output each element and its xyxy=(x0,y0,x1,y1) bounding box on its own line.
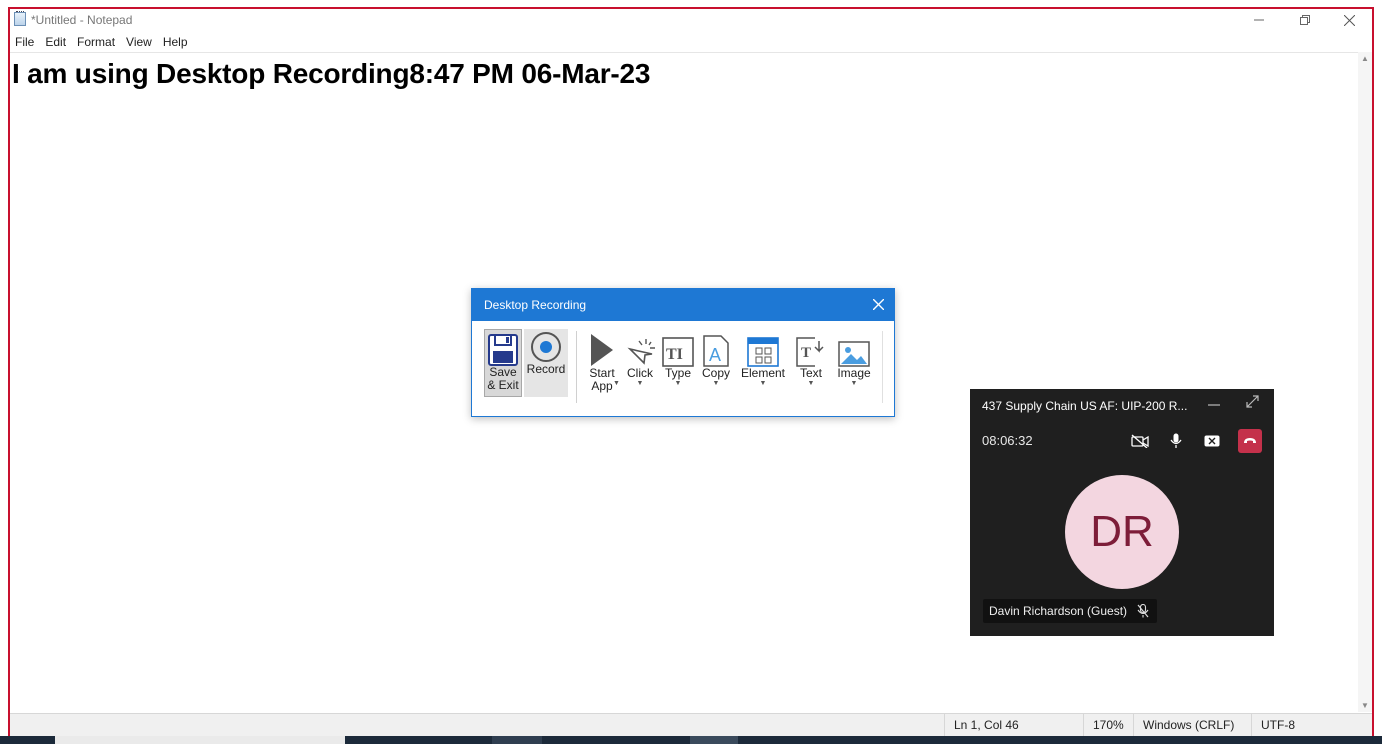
app-label: App xyxy=(591,379,613,393)
element-label: Element xyxy=(740,366,786,380)
chevron-down-icon: ▼ xyxy=(850,380,858,387)
minimize-button[interactable] xyxy=(1236,9,1282,31)
status-line-ending: Windows (CRLF) xyxy=(1133,714,1251,738)
hang-up-button[interactable] xyxy=(1238,429,1262,453)
minimize-icon xyxy=(1208,404,1220,406)
participant-tag: Davin Richardson (Guest) xyxy=(983,599,1158,623)
restore-button[interactable] xyxy=(1282,9,1328,31)
menu-bar: File Edit Format View Help xyxy=(10,33,194,53)
start-app-button[interactable]: Start App ▼ xyxy=(586,329,620,393)
status-position: Ln 1, Col 46 xyxy=(944,714,1083,738)
menu-view[interactable]: View xyxy=(121,33,158,53)
svg-text:A: A xyxy=(709,345,721,365)
click-button[interactable]: Click ▼ xyxy=(624,329,656,388)
copy-label: Copy xyxy=(701,366,730,380)
save-exit-button[interactable]: Save & Exit xyxy=(484,329,522,397)
type-label: Type xyxy=(664,366,691,380)
window-title: *Untitled - Notepad xyxy=(31,13,133,27)
text-button[interactable]: T Text ▼ xyxy=(794,329,828,388)
record-icon xyxy=(530,329,562,363)
svg-text:T: T xyxy=(801,345,811,361)
vertical-scrollbar[interactable]: ▲ ▼ xyxy=(1358,52,1372,712)
camera-off-icon xyxy=(1131,434,1149,448)
title-bar: *Untitled - Notepad xyxy=(10,9,1372,33)
stop-share-icon xyxy=(1204,435,1220,447)
status-encoding: UTF-8 xyxy=(1251,714,1372,738)
record-button[interactable]: Record xyxy=(524,329,568,397)
menu-edit[interactable]: Edit xyxy=(40,33,72,53)
play-icon xyxy=(589,329,615,367)
exit-label: & Exit xyxy=(487,378,519,392)
taskbar-app-button[interactable] xyxy=(492,736,542,744)
record-label: Record xyxy=(526,362,566,376)
status-zoom: 170% xyxy=(1083,714,1133,738)
save-icon xyxy=(488,330,518,366)
menu-help[interactable]: Help xyxy=(158,33,194,53)
dialog-title: Desktop Recording xyxy=(484,298,587,312)
chevron-down-icon: ▼ xyxy=(759,380,767,387)
click-label: Click xyxy=(627,366,653,380)
mic-button[interactable] xyxy=(1164,431,1188,451)
dialog-header: Desktop Recording xyxy=(472,289,894,321)
minimize-call-button[interactable] xyxy=(1208,395,1220,411)
type-button[interactable]: TI Type ▼ xyxy=(662,329,694,388)
image-button[interactable]: Image ▼ xyxy=(834,329,874,388)
restore-icon xyxy=(1300,15,1310,25)
microphone-icon xyxy=(1170,433,1182,448)
mic-muted-icon xyxy=(1137,604,1149,618)
close-icon xyxy=(1343,14,1355,26)
chevron-down-icon: ▼ xyxy=(674,380,682,387)
avatar: DR xyxy=(1065,475,1179,589)
toolbar-separator xyxy=(576,331,577,403)
participant-name: Davin Richardson (Guest) xyxy=(989,604,1128,618)
editor-content[interactable]: I am using Desktop Recording8:47 PM 06-M… xyxy=(12,58,650,90)
svg-text:TI: TI xyxy=(666,346,683,363)
type-icon: TI xyxy=(662,329,694,367)
recording-toolbar: Save & Exit Record Start App ▼ Click ▼ T… xyxy=(472,321,894,416)
element-icon xyxy=(747,329,779,367)
menu-file[interactable]: File xyxy=(10,33,40,53)
text-icon: T xyxy=(795,329,827,367)
close-button[interactable] xyxy=(1326,9,1372,31)
status-bar: Ln 1, Col 46 170% Windows (CRLF) UTF-8 xyxy=(10,713,1372,738)
notepad-icon xyxy=(14,11,26,26)
chevron-down-icon: ▼ xyxy=(636,380,644,387)
camera-off-button[interactable] xyxy=(1128,431,1152,451)
copy-icon: A xyxy=(702,329,730,367)
element-button[interactable]: Element ▼ xyxy=(740,329,786,388)
copy-button[interactable]: A Copy ▼ xyxy=(700,329,732,388)
meeting-title: 437 Supply Chain US AF: UIP-200 R... xyxy=(982,399,1188,413)
desktop-recording-dialog: Desktop Recording Save & Exit Record Sta… xyxy=(471,288,895,417)
chevron-down-icon: ▼ xyxy=(807,380,815,387)
menu-format[interactable]: Format xyxy=(72,33,121,53)
chevron-down-icon: ▼ xyxy=(613,380,620,387)
expand-call-button[interactable] xyxy=(1246,395,1259,411)
scroll-up-icon[interactable]: ▲ xyxy=(1361,54,1369,63)
taskbar xyxy=(0,736,1382,744)
image-icon xyxy=(838,329,870,367)
minimize-icon xyxy=(1254,19,1264,21)
text-label: Text xyxy=(799,366,822,380)
hang-up-icon xyxy=(1244,438,1256,443)
taskbar-app-button[interactable] xyxy=(55,736,345,744)
image-label: Image xyxy=(837,366,871,380)
dialog-close-icon[interactable] xyxy=(872,294,885,314)
toolbar-separator xyxy=(882,331,883,403)
scroll-down-icon[interactable]: ▼ xyxy=(1361,701,1369,710)
call-window: 437 Supply Chain US AF: UIP-200 R... 08:… xyxy=(970,389,1274,636)
call-timer: 08:06:32 xyxy=(982,433,1033,448)
taskbar-app-button[interactable] xyxy=(690,736,738,744)
expand-icon xyxy=(1246,395,1259,408)
click-icon xyxy=(624,329,656,367)
stop-share-button[interactable] xyxy=(1200,431,1224,451)
chevron-down-icon: ▼ xyxy=(712,380,720,387)
